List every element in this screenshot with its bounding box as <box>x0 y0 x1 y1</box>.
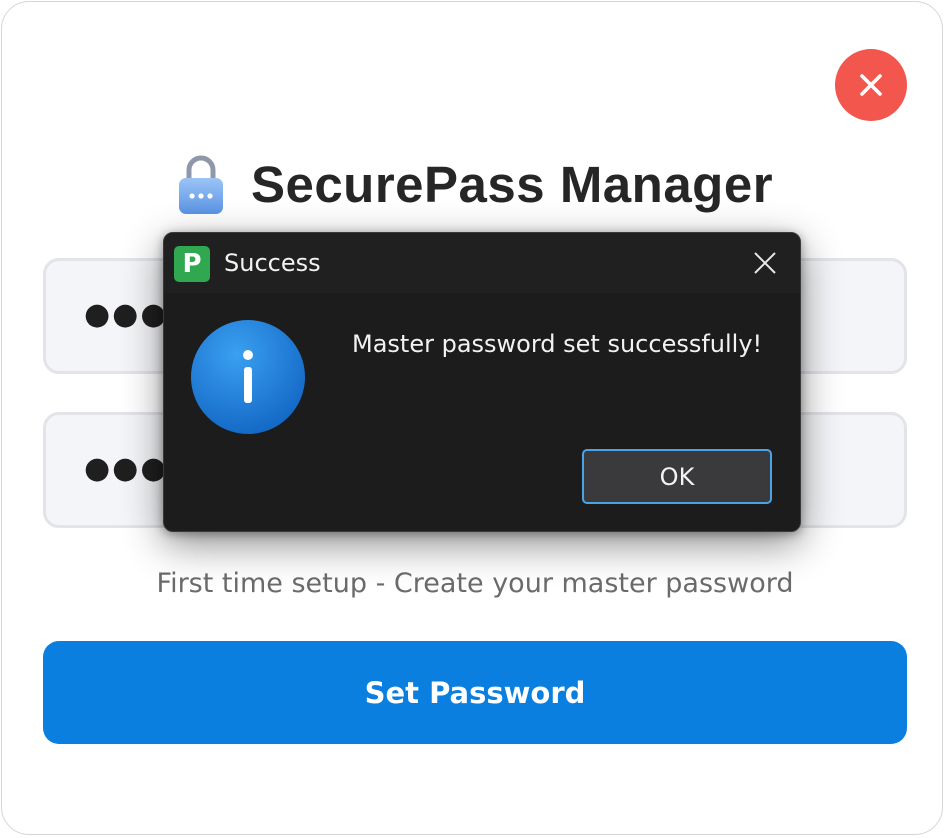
close-button[interactable] <box>835 49 907 121</box>
app-icon: P <box>174 246 210 282</box>
set-password-button[interactable]: Set Password <box>43 641 907 744</box>
info-icon <box>191 320 305 434</box>
success-dialog: P Success Master password set successful… <box>163 232 801 532</box>
dialog-titlebar: P Success <box>164 233 800 293</box>
ok-button[interactable]: OK <box>582 449 772 504</box>
app-header: SecurePass Manager <box>2 152 946 216</box>
setup-hint: First time setup - Create your master pa… <box>156 568 794 599</box>
close-icon <box>860 74 882 96</box>
dialog-title: Success <box>224 249 321 277</box>
dialog-close-button[interactable] <box>742 243 788 283</box>
dialog-message: Master password set successfully! <box>352 330 763 358</box>
lock-icon <box>178 155 223 214</box>
close-icon <box>754 252 776 274</box>
app-title: SecurePass Manager <box>250 155 774 213</box>
